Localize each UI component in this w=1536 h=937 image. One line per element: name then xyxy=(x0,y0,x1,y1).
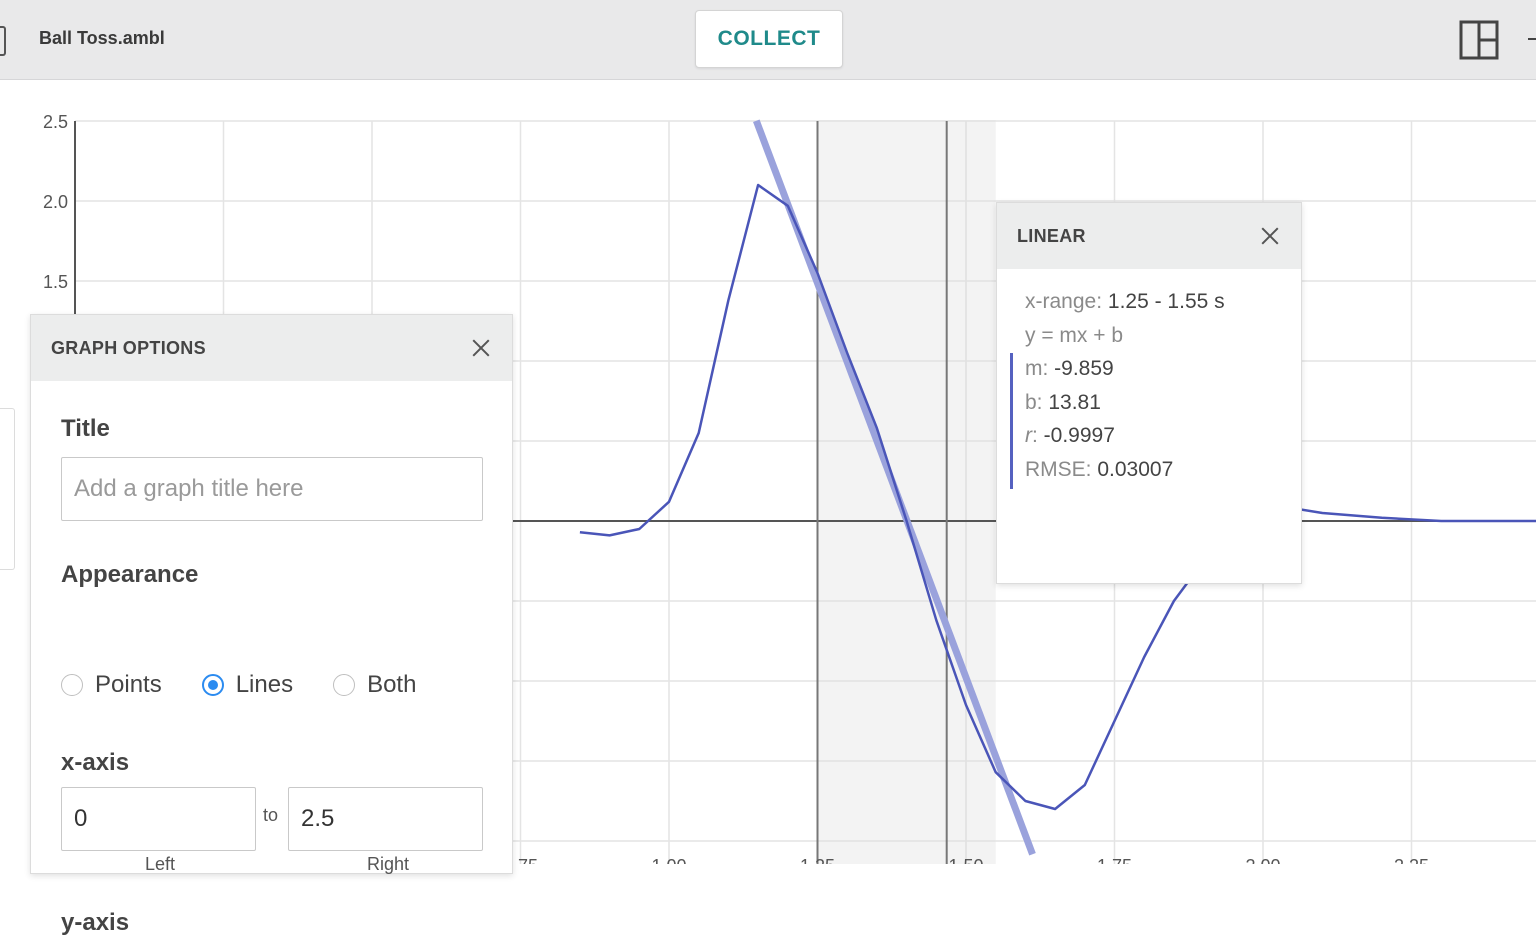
x-tick-label: 1.50 xyxy=(948,856,983,864)
x-range-label: x-range: xyxy=(1025,290,1103,313)
y-axis-label: y-axis xyxy=(61,909,130,936)
r-value: -0.9997 xyxy=(1043,424,1115,448)
radio-points-circle[interactable] xyxy=(61,674,83,696)
x-tick-label: 1.25 xyxy=(800,856,835,864)
x-tick-labels: 0.751.001.251.501.752.002.25 xyxy=(503,856,1429,864)
x-tick-label: 2.00 xyxy=(1245,856,1280,864)
r-label: r xyxy=(1025,424,1032,448)
y-tick-label: 2.0 xyxy=(43,192,68,212)
m-label: m: xyxy=(1025,357,1049,381)
close-icon[interactable] xyxy=(1259,225,1281,247)
top-toolbar: Ball Toss.ambl COLLECT xyxy=(0,0,1536,80)
b-label: b: xyxy=(1025,390,1043,414)
fit-color-indicator xyxy=(1010,353,1013,489)
linear-panel-title: LINEAR xyxy=(1017,225,1086,246)
radio-both-label: Both xyxy=(367,671,417,698)
graph-options-header: GRAPH OPTIONS xyxy=(31,315,512,381)
linear-fit-panel[interactable]: LINEAR x-range: 1.25 - 1.55 s y = mx + b… xyxy=(996,202,1302,584)
radio-both-circle[interactable] xyxy=(333,674,356,696)
selection-region xyxy=(817,121,996,864)
y-tick-labels: 2.5 2.0 1.5 xyxy=(43,112,68,292)
radio-both[interactable]: Both xyxy=(333,671,416,699)
b-row: b: 13.81 xyxy=(1025,386,1301,420)
close-icon[interactable] xyxy=(470,337,492,359)
radio-lines-label: Lines xyxy=(235,671,294,698)
m-row: m: -9.859 xyxy=(1025,352,1301,386)
x-axis-label: x-axis xyxy=(61,749,130,776)
menu-icon[interactable] xyxy=(1528,38,1536,40)
appearance-radio-group: Points Lines Both xyxy=(61,671,456,699)
rmse-row: RMSE: 0.03007 xyxy=(1025,453,1301,487)
collect-button[interactable]: COLLECT xyxy=(695,10,843,68)
x-range-row: x-range: 1.25 - 1.55 s xyxy=(1025,285,1301,319)
radio-lines[interactable]: Lines xyxy=(201,671,294,699)
left-caption: Left xyxy=(145,854,176,874)
b-value: 13.81 xyxy=(1048,390,1101,414)
x-range-value: 1.25 - 1.55 s xyxy=(1107,290,1225,313)
radio-lines-circle[interactable] xyxy=(201,674,224,696)
r-row: r: -0.9997 xyxy=(1025,424,1115,448)
x-axis-to-label: to xyxy=(263,805,279,825)
y-tick-label: 1.5 xyxy=(43,272,68,292)
radio-points[interactable]: Points xyxy=(61,671,162,699)
x-axis-right-input[interactable] xyxy=(288,787,483,851)
graph-options-title: GRAPH OPTIONS xyxy=(51,337,206,358)
right-caption: Right xyxy=(367,854,410,874)
graph-title-input[interactable] xyxy=(61,457,483,521)
x-tick-label: 1.00 xyxy=(651,856,686,864)
linear-panel-body: x-range: 1.25 - 1.55 s y = mx + b m: -9.… xyxy=(997,269,1301,489)
appearance-label: Appearance xyxy=(61,561,199,588)
rmse-value: 0.03007 xyxy=(1097,457,1174,481)
radio-points-label: Points xyxy=(95,671,162,698)
equation: y = mx + b xyxy=(1025,323,1124,347)
layout-split-icon[interactable] xyxy=(1459,20,1499,60)
x-axis-left-input[interactable] xyxy=(61,787,256,851)
graph-options-panel[interactable]: GRAPH OPTIONS Title Appearance Points Li… xyxy=(30,314,513,936)
side-panel-tab[interactable] xyxy=(0,408,15,570)
file-name: Ball Toss.ambl xyxy=(39,28,165,48)
linear-panel-header: LINEAR xyxy=(997,203,1301,269)
file-icon[interactable] xyxy=(0,26,6,56)
m-value: -9.859 xyxy=(1054,357,1114,381)
y-tick-label: 2.5 xyxy=(43,112,68,132)
x-tick-label: 1.75 xyxy=(1097,856,1132,864)
title-label: Title xyxy=(61,415,110,442)
x-tick-label: 2.25 xyxy=(1394,856,1429,864)
rmse-label: RMSE: xyxy=(1025,457,1092,481)
